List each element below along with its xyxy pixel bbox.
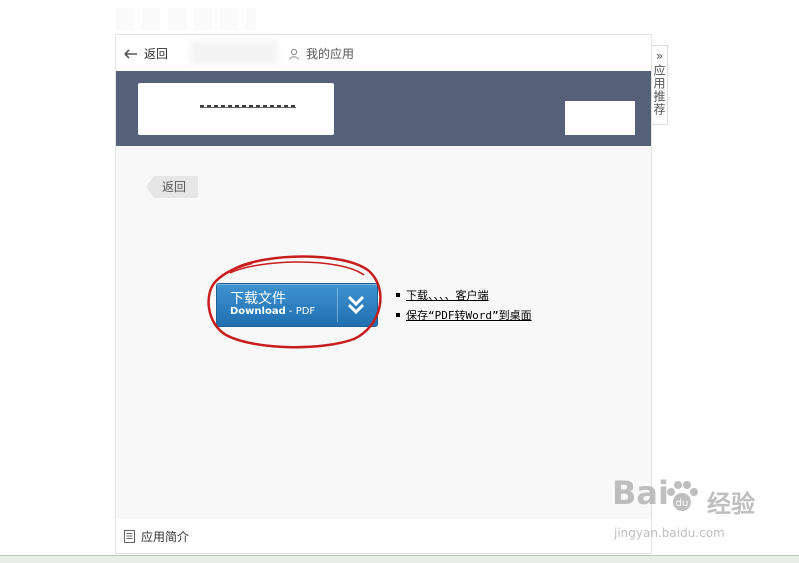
save-pdf-to-word-link[interactable]: 保存“PDF转Word”到桌面 xyxy=(396,305,532,325)
back-link[interactable]: 返回 xyxy=(124,45,168,62)
download-divider xyxy=(337,288,338,322)
app-recommend-label: 应用推荐 xyxy=(652,64,666,116)
content-area: 返回 下载文件 Download - PDF 下载、、、、客户端 保存“PDF转… xyxy=(116,146,651,519)
app-intro-label: 应用简介 xyxy=(141,529,190,544)
banner-redacted-logo xyxy=(138,83,334,135)
watermark-du: du xyxy=(676,498,689,509)
double-chevron-down-icon xyxy=(347,295,365,315)
bottom-status-strip xyxy=(0,555,799,563)
watermark-brand-bai: Bai xyxy=(612,474,669,512)
download-links: 下载、、、、客户端 保存“PDF转Word”到桌面 xyxy=(396,285,532,325)
document-icon xyxy=(124,529,135,543)
watermark-url: jingyan.baidu.com xyxy=(614,526,725,540)
download-subtitle-bold: Download xyxy=(230,306,286,317)
baidu-jingyan-watermark: Bai du 经验 jingyan.baidu.com xyxy=(612,474,762,540)
user-icon xyxy=(289,48,299,60)
bullet xyxy=(396,293,400,297)
blurred-app-title xyxy=(190,41,278,65)
banner-logo-underline xyxy=(200,107,296,108)
download-client-label: 下载、、、、客户端 xyxy=(406,289,489,302)
download-subtitle: Download - PDF xyxy=(230,306,315,317)
topbar: 返回 我的应用 xyxy=(116,35,651,71)
back-arrow-icon xyxy=(124,48,137,59)
back-link-label: 返回 xyxy=(144,47,169,61)
bullet xyxy=(396,313,400,317)
app-frame: 返回 我的应用 返回 下载文件 Download - PDF 下载、、、、客户端… xyxy=(115,34,652,554)
my-apps-link[interactable]: 我的应用 xyxy=(288,45,354,62)
save-pdf-to-word-label: 保存“PDF转Word”到桌面 xyxy=(406,309,532,322)
download-title: 下载文件 xyxy=(230,291,286,307)
top-faint-bar xyxy=(116,8,256,30)
watermark-jingyan: 经验 xyxy=(707,490,755,518)
back-tag-button[interactable]: 返回 xyxy=(146,176,199,198)
download-file-button[interactable]: 下载文件 Download - PDF xyxy=(216,283,378,327)
double-chevron-right-icon: » xyxy=(655,49,664,63)
download-subtitle-format: - PDF xyxy=(285,306,316,317)
app-intro-footer[interactable]: 应用简介 xyxy=(116,519,651,553)
app-banner xyxy=(116,71,651,146)
my-apps-label: 我的应用 xyxy=(306,47,355,61)
app-recommend-tab[interactable]: » 应用推荐 xyxy=(652,45,668,125)
banner-redacted-badge xyxy=(565,101,635,135)
download-client-link[interactable]: 下载、、、、客户端 xyxy=(396,285,532,305)
baidu-paw-icon: du xyxy=(667,481,698,511)
watermark-brand: Bai xyxy=(612,474,669,512)
